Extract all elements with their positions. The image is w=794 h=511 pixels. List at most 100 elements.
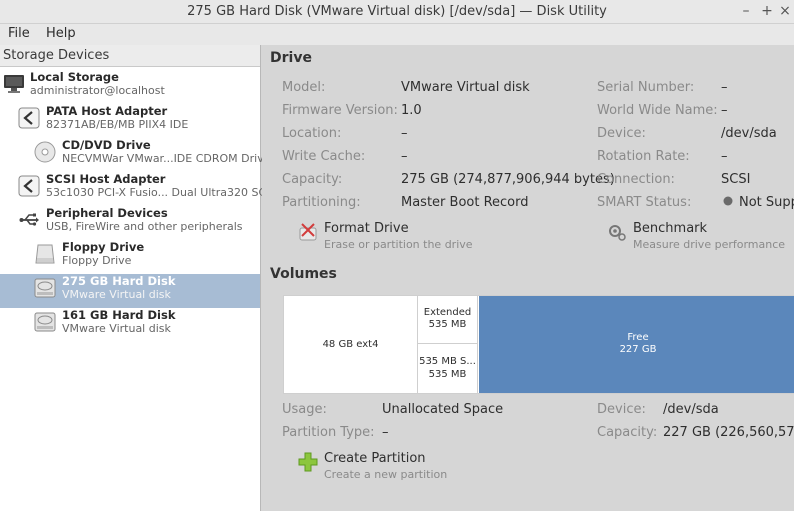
benchmark-icon — [609, 225, 626, 241]
minimize-button[interactable]: – — [738, 3, 754, 19]
device-value: /dev/sda — [721, 126, 777, 141]
volume-map: 48 GB ext4 Extended 535 MB 535 MB S... 5… — [283, 295, 794, 394]
volume-capacity-value: 227 GB (226,560,573,44 — [663, 425, 794, 440]
sidebar-item-subtitle: USB, FireWire and other peripherals — [46, 220, 243, 233]
smart-status-value: Not Supp — [739, 195, 794, 210]
volume-segment-label: 535 MB S... — [419, 356, 476, 367]
sidebar-item-subtitle: VMware Virtual disk — [62, 322, 171, 335]
volume-segment-ext4[interactable]: 48 GB ext4 — [284, 296, 418, 393]
sidebar-item-title: Local Storage — [30, 70, 119, 84]
sidebar-item-title: PATA Host Adapter — [46, 104, 168, 118]
volume-segment-logical[interactable]: 535 MB S... 535 MB — [418, 344, 478, 393]
harddisk-icon — [34, 312, 56, 332]
volume-segment-free[interactable]: Free 227 GB — [479, 296, 794, 393]
volumes-section-title: Volumes — [270, 266, 337, 282]
storage-devices-sidebar: Storage Devices Local Storage administra… — [0, 45, 276, 511]
format-drive-desc: Erase or partition the drive — [324, 238, 473, 251]
sidebar-item-subtitle: 82371AB/EB/MB PIIX4 IDE — [46, 118, 189, 131]
usage-value: Unallocated Space — [382, 402, 504, 417]
create-partition-title: Create Partition — [324, 451, 426, 466]
sidebar-item-peripheral-devices[interactable]: Peripheral Devices USB, FireWire and oth… — [0, 206, 260, 240]
sidebar-item-title: 161 GB Hard Disk — [62, 308, 176, 322]
write-cache-label: Write Cache: — [282, 149, 366, 164]
close-button[interactable]: × — [777, 3, 793, 19]
sidebar-header: Storage Devices — [0, 45, 260, 67]
sidebar-item-pata-adapter[interactable]: PATA Host Adapter 82371AB/EB/MB PIIX4 ID… — [0, 104, 260, 138]
serial-number-value: – — [721, 80, 728, 95]
partition-type-value: – — [382, 425, 389, 440]
volume-segment-size: 535 MB — [428, 369, 467, 380]
model-value: VMware Virtual disk — [401, 80, 530, 95]
firmware-value: 1.0 — [401, 103, 422, 118]
window-title: 275 GB Hard Disk (VMware Virtual disk) [… — [187, 4, 607, 19]
partitioning-value: Master Boot Record — [401, 195, 529, 210]
menu-file[interactable]: File — [8, 26, 30, 41]
partition-type-label: Partition Type: — [282, 425, 375, 440]
smart-status-label: SMART Status: — [597, 195, 692, 210]
sidebar-item-floppy-drive[interactable]: Floppy Drive Floppy Drive — [0, 240, 260, 274]
volume-segment-label: 48 GB ext4 — [322, 339, 379, 350]
create-partition-button[interactable]: Create Partition Create a new partition — [298, 451, 498, 485]
sidebar-item-scsi-adapter[interactable]: SCSI Host Adapter 53c1030 PCI-X Fusio...… — [0, 172, 276, 206]
volume-segment-label: Extended — [423, 307, 472, 318]
harddisk-icon — [34, 278, 56, 298]
wwn-value: – — [721, 103, 728, 118]
benchmark-button[interactable]: Benchmark Measure drive performance — [607, 221, 792, 255]
sidebar-item-275gb-hard-disk[interactable]: 275 GB Hard Disk VMware Virtual disk — [0, 274, 260, 308]
benchmark-title: Benchmark — [633, 221, 708, 236]
sidebar-item-subtitle: 53c1030 PCI-X Fusio... Dual Ultra320 SCS… — [46, 186, 277, 199]
adapter-icon — [18, 107, 40, 129]
location-label: Location: — [282, 126, 342, 141]
device-label: Device: — [597, 126, 646, 141]
volume-segment-label: Free — [627, 332, 649, 343]
status-dot-icon — [723, 196, 733, 206]
volume-capacity-label: Capacity: — [597, 425, 658, 440]
computer-icon — [4, 75, 24, 93]
cdrom-icon — [34, 141, 56, 163]
serial-number-label: Serial Number: — [597, 80, 695, 95]
write-cache-value: – — [401, 149, 408, 164]
title-bar: 275 GB Hard Disk (VMware Virtual disk) [… — [0, 0, 794, 24]
sidebar-item-161gb-hard-disk[interactable]: 161 GB Hard Disk VMware Virtual disk — [0, 308, 260, 342]
create-partition-desc: Create a new partition — [324, 468, 448, 481]
format-drive-button[interactable]: Format Drive Erase or partition the driv… — [298, 221, 498, 255]
capacity-label: Capacity: — [282, 172, 343, 187]
capacity-value: 275 GB (274,877,906,944 bytes) — [401, 172, 615, 187]
sidebar-item-subtitle: NECVMWar VMwar...IDE CDROM Drive — [62, 152, 271, 165]
sidebar-item-subtitle: administrator@localhost — [30, 84, 165, 97]
menu-bar: File Help — [0, 24, 794, 45]
sidebar-item-subtitle: VMware Virtual disk — [62, 288, 171, 301]
adapter-icon — [18, 175, 40, 197]
format-drive-title: Format Drive — [324, 221, 409, 236]
model-label: Model: — [282, 80, 326, 95]
sidebar-item-title: CD/DVD Drive — [62, 138, 151, 152]
maximize-button[interactable]: + — [759, 3, 775, 19]
partitioning-label: Partitioning: — [282, 195, 361, 210]
sidebar-item-title: SCSI Host Adapter — [46, 172, 166, 186]
volume-device-label: Device: — [597, 402, 646, 417]
format-drive-icon — [299, 223, 317, 241]
volume-segment-size: 535 MB — [428, 319, 467, 330]
location-value: – — [401, 126, 408, 141]
floppy-icon — [35, 244, 55, 264]
rotation-rate-value: – — [721, 149, 728, 164]
benchmark-desc: Measure drive performance — [633, 238, 786, 251]
sidebar-item-cd-dvd-drive[interactable]: CD/DVD Drive NECVMWar VMwar...IDE CDROM … — [0, 138, 271, 172]
usb-icon — [19, 213, 39, 226]
volume-device-value: /dev/sda — [663, 402, 719, 417]
volume-segment-size: 227 GB — [619, 344, 657, 355]
rotation-rate-label: Rotation Rate: — [597, 149, 690, 164]
sidebar-item-subtitle: Floppy Drive — [62, 254, 132, 267]
drive-section-title: Drive — [270, 50, 312, 66]
details-panel: Drive Model: VMware Virtual disk Firmwar… — [262, 45, 794, 511]
sidebar-item-title: 275 GB Hard Disk — [62, 274, 176, 288]
sidebar-item-title: Peripheral Devices — [46, 206, 168, 220]
sidebar-item-local-storage[interactable]: Local Storage administrator@localhost — [0, 70, 260, 104]
plus-icon — [298, 452, 318, 472]
volume-segment-extended[interactable]: Extended 535 MB — [418, 296, 478, 344]
wwn-label: World Wide Name: — [597, 103, 718, 118]
menu-help[interactable]: Help — [46, 26, 76, 41]
connection-value: SCSI — [721, 172, 751, 187]
firmware-label: Firmware Version: — [282, 103, 398, 118]
sidebar-item-title: Floppy Drive — [62, 240, 145, 254]
